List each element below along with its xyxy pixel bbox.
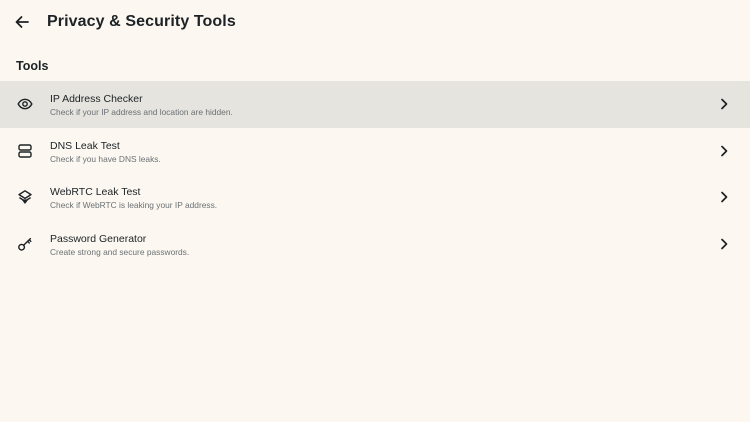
- tool-title: IP Address Checker: [50, 93, 143, 105]
- tool-item-password-generator[interactable]: Password Generator Create strong and sec…: [0, 221, 750, 268]
- tool-title: Password Generator: [50, 232, 147, 245]
- tool-subtitle: Create strong and secure passwords.: [50, 246, 190, 257]
- top-app-bar: Privacy & Security Tools: [0, 0, 750, 44]
- chevron-right-icon: [717, 190, 731, 204]
- tools-list: IP Address Checker Check if your IP addr…: [0, 81, 750, 267]
- arrow-left-icon: [14, 14, 30, 30]
- back-button[interactable]: [9, 9, 35, 35]
- eye-icon: [17, 96, 33, 112]
- tool-item-webrtc-leak-test[interactable]: WebRTC Leak Test Check if WebRTC is leak…: [0, 174, 750, 221]
- section-label-tools: Tools: [16, 59, 49, 73]
- key-icon: [17, 236, 33, 252]
- tool-subtitle: Check if you have DNS leaks.: [50, 153, 161, 164]
- server-icon: [17, 143, 33, 159]
- tool-title: DNS Leak Test: [50, 139, 120, 152]
- chevron-right-icon: [717, 144, 731, 158]
- chevron-right-icon: [717, 237, 731, 251]
- page-title: Privacy & Security Tools: [47, 13, 236, 30]
- tool-item-ip-address-checker[interactable]: IP Address Checker Check if your IP addr…: [0, 81, 750, 128]
- chevron-right-icon: [717, 97, 731, 111]
- tool-subtitle: Check if WebRTC is leaking your IP addre…: [50, 200, 218, 210]
- tool-item-dns-leak-test[interactable]: DNS Leak Test Check if you have DNS leak…: [0, 128, 750, 175]
- app-window: Privacy & Security Tools Tools IP Addres…: [0, 0, 750, 422]
- layers-icon: [17, 189, 33, 205]
- tool-title: WebRTC Leak Test: [50, 186, 141, 198]
- tool-subtitle: Check if your IP address and location ar…: [50, 107, 233, 117]
